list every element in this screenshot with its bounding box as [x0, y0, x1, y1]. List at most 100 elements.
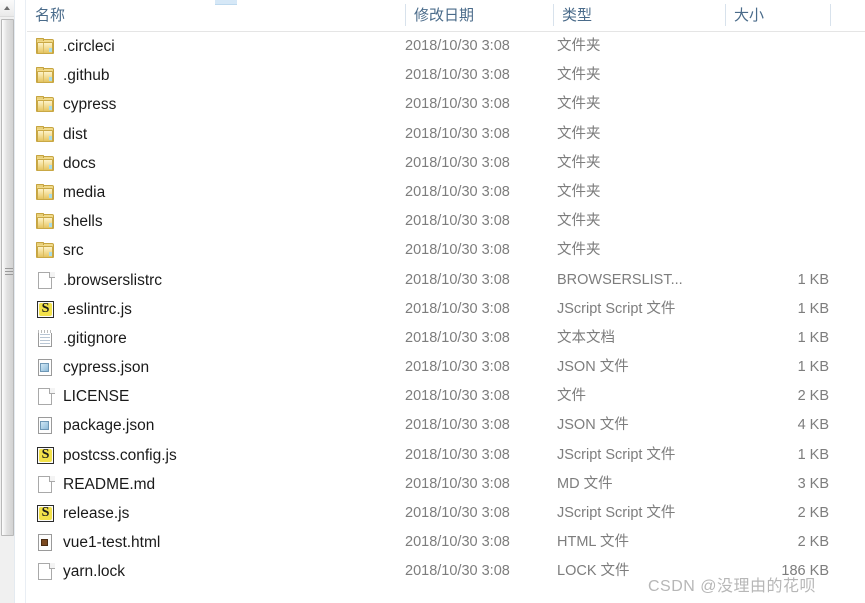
file-date-modified: 2018/10/30 3:08	[405, 38, 510, 54]
column-header-date-label: 修改日期	[414, 7, 475, 24]
column-header-name-label: 名称	[35, 7, 66, 24]
file-date-modified: 2018/10/30 3:08	[405, 67, 510, 84]
file-size	[689, 207, 829, 236]
file-name: dist	[63, 125, 88, 143]
list-left-gutter	[16, 0, 26, 603]
file-date-modified: 2018/10/30 3:08	[405, 359, 510, 376]
file-name: .gitignore	[63, 329, 127, 347]
file-row[interactable]: Srelease.js 2018/10/30 3:08 JScript Script…	[27, 499, 865, 528]
file-name: LICENSE	[63, 388, 130, 406]
column-divider-4[interactable]	[830, 4, 831, 26]
column-header-name[interactable]: 名称	[27, 0, 405, 31]
file-name: src	[63, 242, 84, 260]
file-row[interactable]: LICENSE 2018/10/30 3:08 文件 2 KB	[27, 382, 865, 411]
column-header-size-label: 大小	[734, 7, 765, 24]
column-header-row: 名称 修改日期 类型 大小	[27, 0, 865, 32]
column-header-type[interactable]: 类型	[554, 0, 725, 31]
file-size	[689, 149, 829, 178]
file-date-modified: 2018/10/30 3:08	[405, 505, 510, 521]
file-size	[689, 236, 829, 265]
file-date-modified: 2018/10/30 3:08	[405, 446, 510, 463]
file-type: HTML 文件	[557, 534, 629, 551]
file-name: .github	[63, 67, 110, 85]
file-date-modified: 2018/10/30 3:08	[405, 329, 510, 346]
file-date-modified: 2018/10/30 3:08	[405, 125, 510, 142]
file-row[interactable]: .gitignore 2018/10/30 3:08 文本文档 1 KB	[27, 324, 865, 353]
file-date-modified: 2018/10/30 3:08	[405, 534, 510, 551]
file-name: README.md	[63, 475, 156, 493]
column-header-date-modified[interactable]: 修改日期	[406, 0, 557, 31]
file-name: cypress	[63, 96, 117, 114]
scrollbar-grip-icon	[5, 268, 13, 277]
file-size	[689, 90, 829, 119]
file-name: yarn.lock	[63, 563, 126, 581]
file-date-modified: 2018/10/30 3:08	[405, 96, 510, 113]
file-size: 4 KB	[797, 417, 829, 434]
file-size	[689, 120, 829, 149]
file-row[interactable]: S .eslintrc.js 2018/10/30 3:08 JScript Scri…	[27, 295, 865, 324]
file-type: 文件夹	[557, 242, 601, 259]
file-row[interactable]: .circleci 2018/10/30 3:08 文件夹	[27, 32, 865, 61]
scrollbar-thumb[interactable]	[1, 19, 14, 536]
file-size: 1 KB	[797, 300, 829, 317]
file-row[interactable]: cypress.json 2018/10/30 3:08 JSON 文件 1 KB	[27, 353, 865, 382]
file-name: .eslintrc.js	[63, 300, 132, 318]
file-row[interactable]: shells 2018/10/30 3:08 文件夹	[27, 207, 865, 236]
file-type: JSON 文件	[557, 417, 629, 434]
file-size: 2 KB	[797, 388, 829, 405]
file-name: media	[63, 183, 106, 201]
file-size	[689, 32, 829, 61]
column-header-type-label: 类型	[562, 7, 593, 24]
file-type: 文件夹	[557, 67, 601, 84]
file-row[interactable]: .github 2018/10/30 3:08 文件夹	[27, 61, 865, 90]
file-size: 2 KB	[797, 534, 829, 551]
file-row[interactable]: .browserslistrc 2018/10/30 3:08 BROWSERSLI…	[27, 266, 865, 295]
file-date-modified: 2018/10/30 3:08	[405, 563, 510, 580]
file-row[interactable]: dist 2018/10/30 3:08 文件夹	[27, 120, 865, 149]
file-list[interactable]: .circleci 2018/10/30 3:08 文件夹 .github 2018/1…	[27, 32, 865, 594]
file-row[interactable]: media 2018/10/30 3:08 文件夹	[27, 178, 865, 207]
file-row[interactable]: cypress 2018/10/30 3:08 文件夹	[27, 90, 865, 119]
file-name: vue1-test.html	[63, 534, 161, 552]
file-row[interactable]: vue1-test.html 2018/10/30 3:08 HTML 文件 2 KB	[27, 528, 865, 557]
file-name: cypress.json	[63, 359, 150, 377]
file-type: 文件	[557, 388, 586, 405]
file-type: 文本文档	[557, 329, 615, 346]
file-date-modified: 2018/10/30 3:08	[405, 271, 510, 288]
file-explorer-details-view: 名称 修改日期 类型 大小 .circleci 2018/10/30 3:08 文件…	[0, 0, 865, 603]
file-name: .browserslistrc	[63, 271, 163, 289]
file-type: JSON 文件	[557, 359, 629, 376]
file-type: JScript Script 文件	[557, 300, 676, 317]
file-type: 文件夹	[557, 38, 601, 54]
file-date-modified: 2018/10/30 3:08	[405, 213, 510, 230]
scroll-up-arrow-icon[interactable]	[0, 0, 14, 17]
file-date-modified: 2018/10/30 3:08	[405, 475, 510, 492]
file-row[interactable]: package.json 2018/10/30 3:08 JSON 文件 4 KB	[27, 411, 865, 440]
file-size	[689, 61, 829, 90]
file-name: .circleci	[63, 38, 115, 55]
file-type: JScript Script 文件	[557, 446, 676, 463]
file-date-modified: 2018/10/30 3:08	[405, 242, 510, 259]
file-date-modified: 2018/10/30 3:08	[405, 388, 510, 405]
file-type: MD 文件	[557, 475, 613, 492]
file-date-modified: 2018/10/30 3:08	[405, 417, 510, 434]
file-name: docs	[63, 154, 96, 172]
column-header-size[interactable]: 大小	[726, 0, 831, 31]
file-row[interactable]: Spostcss.config.js 2018/10/30 3:08 JScript…	[27, 441, 865, 470]
vertical-scrollbar[interactable]	[0, 0, 15, 603]
file-row[interactable]: docs 2018/10/30 3:08 文件夹	[27, 149, 865, 178]
file-size: 1 KB	[797, 271, 829, 288]
file-size: 2 KB	[797, 505, 829, 521]
file-type: 文件夹	[557, 213, 601, 230]
file-size: 1 KB	[797, 329, 829, 346]
file-size: 1 KB	[797, 446, 829, 463]
file-type: 文件夹	[557, 183, 601, 200]
csdn-watermark: CSDN @没理由的花呗	[648, 578, 817, 595]
file-size: 3 KB	[797, 475, 829, 492]
file-name: release.js	[63, 505, 130, 522]
file-name: shells	[63, 213, 103, 231]
file-type: 文件夹	[557, 154, 601, 171]
file-row[interactable]: README.md 2018/10/30 3:08 MD 文件 3 KB	[27, 470, 865, 499]
file-size: 1 KB	[797, 359, 829, 376]
file-row[interactable]: src 2018/10/30 3:08 文件夹	[27, 236, 865, 265]
